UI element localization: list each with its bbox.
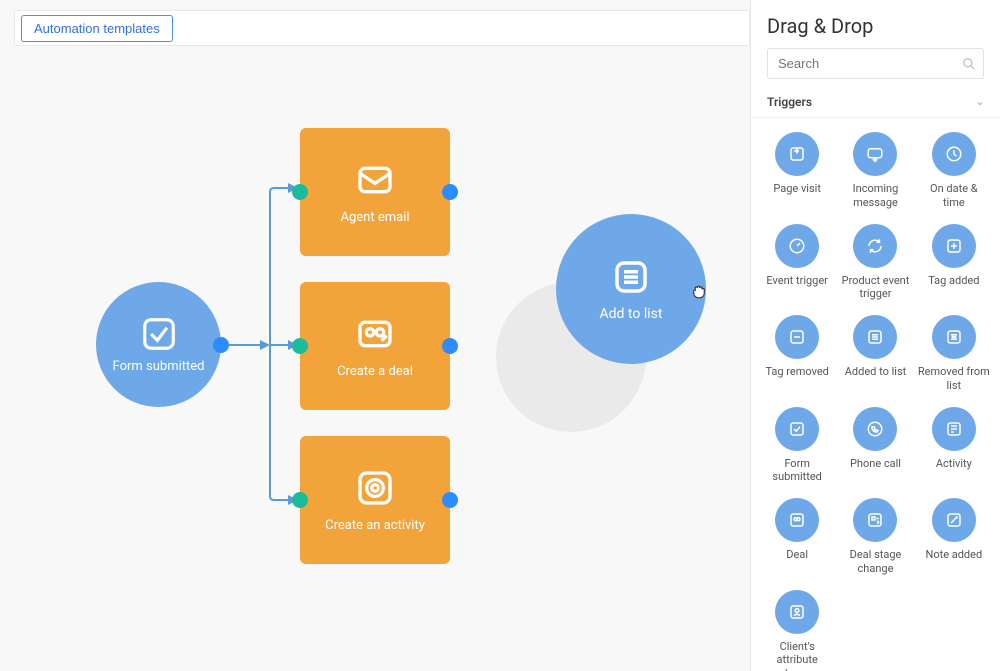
tag-minus-icon [775, 315, 819, 359]
sidebar-item-label: Removed from list [918, 365, 990, 393]
sidebar-search [767, 48, 984, 79]
incoming-message-icon [853, 132, 897, 176]
list-remove-icon [932, 315, 976, 359]
sidebar-item-label: Deal stage change [839, 548, 911, 576]
action-node-label: Agent email [340, 210, 409, 225]
action-node-create-deal[interactable]: Create a deal [300, 282, 450, 410]
sidebar-item-removed-from-list[interactable]: Removed from list [916, 315, 992, 393]
phone-icon [853, 407, 897, 451]
sidebar-item-label: On date & time [918, 182, 990, 210]
sidebar-title: Drag & Drop [751, 0, 1000, 48]
port-in[interactable] [292, 338, 308, 354]
search-icon [962, 57, 976, 71]
sidebar-section-triggers[interactable]: Triggers ⌄ [751, 89, 1000, 118]
action-node-agent-email[interactable]: Agent email [300, 128, 450, 256]
trigger-node-form-submitted[interactable]: Form submitted [96, 282, 221, 407]
sidebar-item-label: Form submitted [761, 457, 833, 485]
sidebar-item-incoming-message[interactable]: Incoming message [837, 132, 913, 210]
trigger-node-label: Form submitted [113, 359, 205, 374]
port-out[interactable] [442, 492, 458, 508]
sidebar-item-phone-call[interactable]: Phone call [837, 407, 913, 485]
sidebar-item-form-submitted[interactable]: Form submitted [759, 407, 835, 485]
sidebar-item-deal-stage-change[interactable]: Deal stage change [837, 498, 913, 576]
action-node-create-activity[interactable]: Create an activity [300, 436, 450, 564]
sidebar-item-label: Client's attribute change [761, 640, 833, 671]
sidebar-item-label: Activity [936, 457, 972, 471]
list-icon [853, 315, 897, 359]
port-out[interactable] [442, 184, 458, 200]
gauge-icon [775, 224, 819, 268]
sidebar-item-label: Event trigger [766, 274, 828, 288]
sidebar-item-label: Deal [786, 548, 808, 562]
sidebar-item-tag-removed[interactable]: Tag removed [759, 315, 835, 393]
sidebar-section-label: Triggers [767, 95, 812, 109]
sidebar-item-label: Product event trigger [839, 274, 911, 302]
chevron-down-icon: ⌄ [976, 97, 984, 108]
sidebar-triggers-grid: Page visit Incoming message On date & ti… [751, 118, 1000, 671]
sidebar: Drag & Drop Triggers ⌄ Page visit Incomi… [750, 0, 1000, 671]
sidebar-item-label: Phone call [850, 457, 901, 471]
automation-canvas[interactable]: Form submitted Agent email [0, 0, 750, 671]
sidebar-item-label: Tag added [928, 274, 979, 288]
sidebar-item-page-visit[interactable]: Page visit [759, 132, 835, 210]
sidebar-item-on-date-time[interactable]: On date & time [916, 132, 992, 210]
sidebar-item-label: Page visit [773, 182, 821, 196]
sidebar-item-client-attribute-change[interactable]: Client's attribute change [759, 590, 835, 671]
clock-icon [932, 132, 976, 176]
sidebar-item-event-trigger[interactable]: Event trigger [759, 224, 835, 302]
list-icon [610, 256, 652, 298]
sidebar-item-added-to-list[interactable]: Added to list [837, 315, 913, 393]
activity-icon [932, 407, 976, 451]
port-out[interactable] [213, 337, 229, 353]
sidebar-item-label: Incoming message [839, 182, 911, 210]
envelope-icon [355, 160, 395, 200]
note-icon [932, 498, 976, 542]
sidebar-item-note-added[interactable]: Note added [916, 498, 992, 576]
sidebar-item-label: Added to list [845, 365, 906, 379]
sidebar-item-deal[interactable]: Deal [759, 498, 835, 576]
deal-create-icon [355, 314, 395, 354]
deal-icon [775, 498, 819, 542]
sidebar-item-label: Note added [925, 548, 982, 562]
check-square-icon [775, 407, 819, 451]
sidebar-item-label: Tag removed [765, 365, 828, 379]
page-visit-icon [775, 132, 819, 176]
sidebar-item-tag-added[interactable]: Tag added [916, 224, 992, 302]
refresh-icon [853, 224, 897, 268]
sidebar-item-product-event-trigger[interactable]: Product event trigger [837, 224, 913, 302]
attribute-icon [775, 590, 819, 634]
action-stack: Agent email Create a deal [300, 128, 450, 564]
stage-change-icon [853, 498, 897, 542]
sidebar-item-activity[interactable]: Activity [916, 407, 992, 485]
port-in[interactable] [292, 184, 308, 200]
check-square-icon [140, 315, 178, 353]
drag-ghost-label: Add to list [600, 306, 663, 322]
action-node-label: Create an activity [325, 518, 425, 533]
search-input[interactable] [767, 48, 984, 79]
drag-ghost-add-to-list[interactable]: Add to list [556, 214, 706, 364]
port-out[interactable] [442, 338, 458, 354]
action-node-label: Create a deal [337, 364, 413, 379]
port-in[interactable] [292, 492, 308, 508]
tag-plus-icon [932, 224, 976, 268]
grab-cursor-icon [690, 282, 708, 300]
target-icon [355, 468, 395, 508]
